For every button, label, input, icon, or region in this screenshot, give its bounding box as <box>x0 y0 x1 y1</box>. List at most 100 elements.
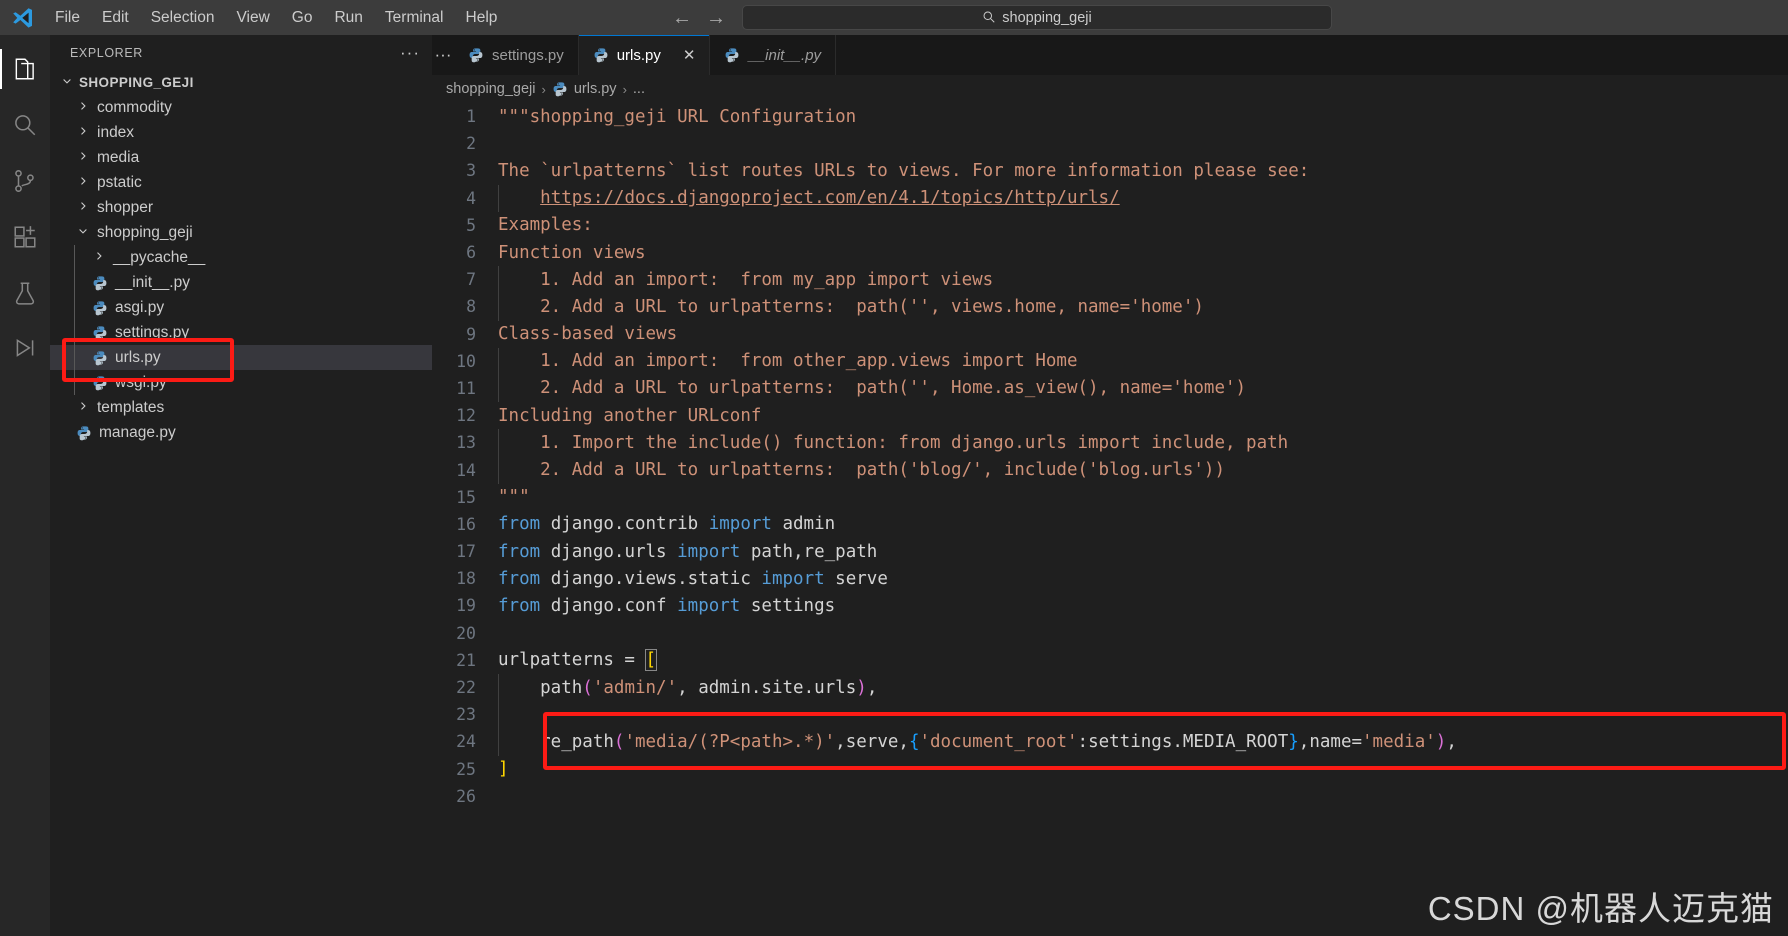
editor-tab-urls-py[interactable]: urls.py ✕ <box>578 35 711 75</box>
breadcrumb-item[interactable]: ... <box>633 81 645 97</box>
code-line-17[interactable]: 17 from django.urls import path,re_path <box>432 538 1788 565</box>
code-line-5[interactable]: 5 Examples: <box>432 212 1788 239</box>
tree-item-manage-py[interactable]: manage.py <box>50 420 432 445</box>
testing-icon[interactable] <box>0 265 50 321</box>
tree-root-shopping-geji[interactable]: SHOPPING_GEJI <box>50 70 432 95</box>
explorer-icon[interactable] <box>0 41 50 97</box>
indent-guide <box>498 347 499 375</box>
chevron-right-icon[interactable] <box>74 100 91 115</box>
code-line-2[interactable]: 2 <box>432 130 1788 157</box>
code-line-13[interactable]: 13 1. Import the include() function: fro… <box>432 429 1788 457</box>
code-line-20[interactable]: 20 <box>432 620 1788 647</box>
indent-guide <box>74 345 75 370</box>
tree-item-shopper[interactable]: shopper <box>50 195 432 220</box>
code-line-3[interactable]: 3 The `urlpatterns` list routes URLs to v… <box>432 157 1788 184</box>
run-debug-icon[interactable] <box>0 321 50 377</box>
code-line-12[interactable]: 12 Including another URLconf <box>432 402 1788 429</box>
breadcrumb-item[interactable]: urls.py <box>574 81 617 97</box>
navigation-arrows: ← → <box>672 0 726 35</box>
tree-item-pycache[interactable]: __pycache__ <box>50 245 432 270</box>
indent-guide <box>74 320 75 345</box>
line-number: 14 <box>456 460 476 480</box>
code-line-26[interactable]: 26 <box>432 783 1788 810</box>
code-line-18[interactable]: 18 from django.views.static import serve <box>432 565 1788 592</box>
chevron-right-icon[interactable] <box>90 250 107 265</box>
breadcrumb-separator: › <box>541 81 546 97</box>
code-line-15[interactable]: 15 """ <box>432 484 1788 511</box>
code-line-7[interactable]: 7 1. Add an import: from my_app import v… <box>432 266 1788 294</box>
code-line-8[interactable]: 8 2. Add a URL to urlpatterns: path('', … <box>432 293 1788 321</box>
menu-help[interactable]: Help <box>456 5 508 31</box>
search-icon[interactable] <box>0 97 50 153</box>
chevron-down-icon[interactable] <box>58 75 75 90</box>
code-line-16[interactable]: 16 from django.contrib import admin <box>432 511 1788 538</box>
code-line-text: 1. Import the include() function: from d… <box>498 432 1289 453</box>
tree-item-label: urls.py <box>115 348 161 366</box>
line-number: 13 <box>456 433 476 453</box>
code-line-22[interactable]: 22 path('admin/', admin.site.urls), <box>432 673 1788 702</box>
code-line-text: Class-based views <box>498 324 678 345</box>
code-line-14[interactable]: 14 2. Add a URL to urlpatterns: path('bl… <box>432 456 1788 484</box>
editor-tab-init-py[interactable]: __init__.py <box>710 35 837 75</box>
indent-guide <box>74 270 75 295</box>
file-tree: SHOPPING_GEJI commodity index media pstatic s… <box>50 70 432 445</box>
tree-item-label: asgi.py <box>115 298 165 316</box>
chevron-right-icon[interactable] <box>74 400 91 415</box>
menu-selection[interactable]: Selection <box>141 5 225 31</box>
menu-run[interactable]: Run <box>324 5 372 31</box>
code-line-21[interactable]: 21 urlpatterns = [ <box>432 647 1788 674</box>
menu-terminal[interactable]: Terminal <box>375 5 454 31</box>
chevron-right-icon[interactable] <box>74 175 91 190</box>
more-actions-icon[interactable]: ··· <box>400 43 420 63</box>
tabs-more-icon[interactable]: ··· <box>432 35 454 75</box>
code-line-11[interactable]: 11 2. Add a URL to urlpatterns: path('',… <box>432 374 1788 403</box>
menu-edit[interactable]: Edit <box>92 5 139 31</box>
command-center[interactable]: shopping_geji <box>742 5 1332 30</box>
code-line-10[interactable]: 10 1. Add an import: from other_app.view… <box>432 347 1788 375</box>
chevron-down-icon[interactable] <box>74 225 91 240</box>
tree-item-label: templates <box>97 398 165 416</box>
code-line-1[interactable]: 1 """shopping_geji URL Configuration <box>432 103 1788 130</box>
source-control-icon[interactable] <box>0 153 50 209</box>
tree-item-commodity[interactable]: commodity <box>50 95 432 120</box>
tree-item-label: media <box>97 148 140 166</box>
chevron-right-icon[interactable] <box>74 150 91 165</box>
arrow-right-icon[interactable]: → <box>706 8 726 28</box>
command-center-value: shopping_geji <box>1002 9 1092 26</box>
editor-tab-label: settings.py <box>492 46 564 64</box>
extensions-icon[interactable] <box>0 209 50 265</box>
tree-item-init-py[interactable]: __init__.py <box>50 270 432 295</box>
editor-tab-settings-py[interactable]: settings.py <box>454 35 579 75</box>
breadcrumb-item[interactable]: shopping_geji <box>446 81 536 97</box>
menu-view[interactable]: View <box>226 5 279 31</box>
chevron-right-icon[interactable] <box>74 200 91 215</box>
tree-item-settings-py[interactable]: settings.py <box>50 320 432 345</box>
code-line-9[interactable]: 9 Class-based views <box>432 321 1788 348</box>
line-number: 8 <box>466 297 476 317</box>
tree-item-media[interactable]: media <box>50 145 432 170</box>
editor-tab-label: urls.py <box>616 46 661 64</box>
code-line-6[interactable]: 6 Function views <box>432 239 1788 266</box>
tree-item-shopping-geji[interactable]: shopping_geji <box>50 220 432 245</box>
tree-item-pstatic[interactable]: pstatic <box>50 170 432 195</box>
tree-item-templates[interactable]: templates <box>50 395 432 420</box>
menu-bar: File Edit Selection View Go Run Terminal… <box>44 0 508 35</box>
code-line-4[interactable]: 4 https://docs.djangoproject.com/en/4.1/… <box>432 184 1788 212</box>
tree-item-index[interactable]: index <box>50 120 432 145</box>
chevron-right-icon[interactable] <box>74 125 91 140</box>
tree-item-asgi-py[interactable]: asgi.py <box>50 295 432 320</box>
code-editor[interactable]: 1 """shopping_geji URL Configuration 2 3 The… <box>432 103 1788 936</box>
tree-item-wsgi-py[interactable]: wsgi.py <box>50 370 432 395</box>
tree-item-urls-py[interactable]: urls.py <box>50 345 432 370</box>
code-line-23[interactable]: 23 <box>432 701 1788 729</box>
menu-file[interactable]: File <box>45 5 90 31</box>
line-number: 10 <box>456 351 476 371</box>
line-number: 16 <box>456 514 476 534</box>
menu-go[interactable]: Go <box>282 5 323 31</box>
code-line-24[interactable]: 24 re_path('media/(?P<path>.*)',serve,{'… <box>432 728 1788 756</box>
code-line-25[interactable]: 25] <box>432 756 1788 783</box>
arrow-left-icon[interactable]: ← <box>672 8 692 28</box>
code-line-19[interactable]: 19 from django.conf import settings <box>432 592 1788 619</box>
close-icon[interactable]: ✕ <box>683 46 696 64</box>
editor-area: ··· settings.py urls.py ✕ __init__.py sho… <box>432 35 1788 936</box>
